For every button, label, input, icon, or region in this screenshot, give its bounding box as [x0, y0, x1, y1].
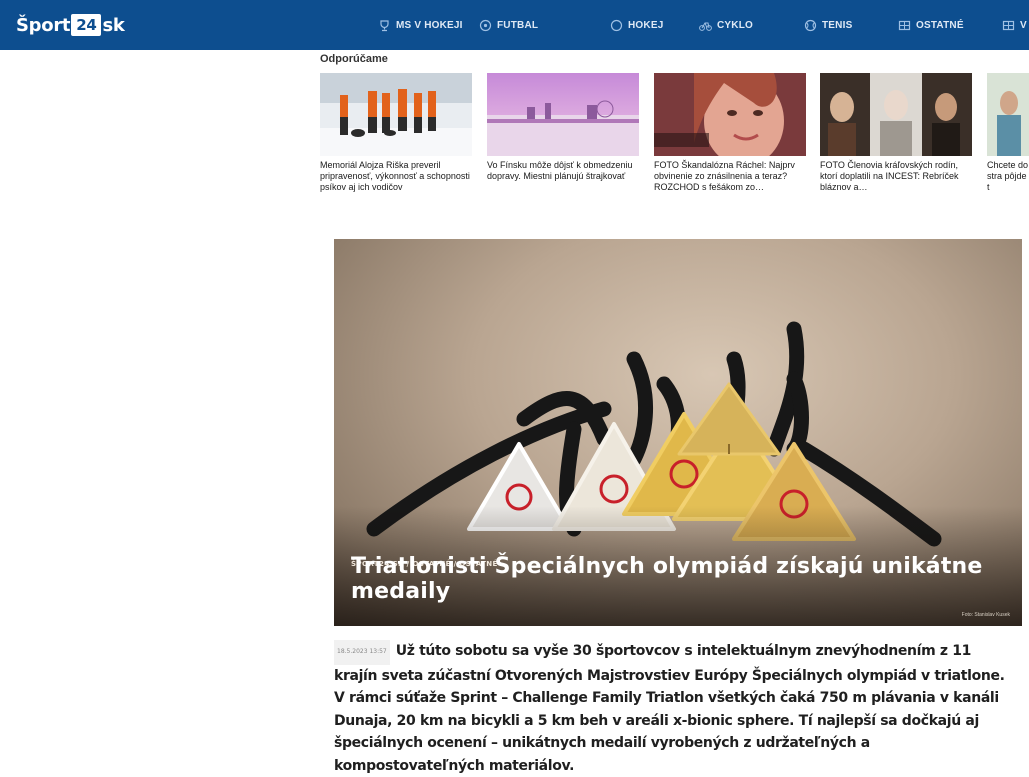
- top-navigation-bar: Šport 24 sk MS V HOKEJI FUTBAL HOKEJ CYK…: [0, 0, 1029, 50]
- recommended-card[interactable]: Chcete do stra pôjde t: [987, 73, 1029, 193]
- recommended-title: Memoriál Alojza Riška preveril pripraven…: [320, 160, 470, 192]
- football-icon: [479, 19, 492, 32]
- recommended-title: Vo Fínsku môže dôjsť k obmedzeniu doprav…: [487, 160, 633, 181]
- grid-icon: [1002, 19, 1015, 32]
- tennis-ball-icon: [804, 19, 817, 32]
- recommended-card[interactable]: Memoriál Alojza Riška preveril pripraven…: [320, 73, 472, 193]
- nav-item-ms-v-hokeji[interactable]: MS V HOKEJI: [378, 17, 463, 33]
- recommended-card[interactable]: FOTO Členovia kráľovských rodín, ktorí d…: [820, 73, 972, 193]
- recommended-title: Chcete do stra pôjde t: [987, 160, 1029, 192]
- recommended-thumbnail: [820, 73, 972, 156]
- nav-item-label: CYKLO: [717, 19, 753, 31]
- recommended-thumbnail: [987, 73, 1029, 156]
- recommended-heading: Odporúčame: [320, 53, 388, 65]
- nav-item-tenis[interactable]: TENIS: [804, 17, 852, 33]
- hero-article[interactable]: ŠPORT24.SK / OSTATNÉ / OSTATNÉ Triatloni…: [334, 239, 1022, 626]
- nav-item-label: V: [1020, 19, 1027, 31]
- nav-item-label: TENIS: [822, 19, 853, 31]
- hockey-trophy-icon: [378, 19, 391, 32]
- nav-item-futbal[interactable]: FUTBAL: [479, 17, 538, 33]
- recommended-thumbnail: [654, 73, 806, 156]
- nav-item-label: HOKEJ: [628, 19, 664, 31]
- nav-item-label: FUTBAL: [497, 19, 539, 31]
- grid-icon: [898, 19, 911, 32]
- nav-item-label: OSTATNÉ: [916, 19, 964, 31]
- recommended-title: FOTO Škandalózna Ráchel: Najprv obvineni…: [654, 160, 795, 192]
- logo-text-box: 24: [71, 14, 102, 36]
- recommended-thumbnail: [320, 73, 472, 156]
- recommended-card[interactable]: Vo Fínsku môže dôjsť k obmedzeniu doprav…: [487, 73, 639, 182]
- photo-credit: Foto: Stanislav Kusek: [961, 612, 1010, 618]
- recommended-title: FOTO Členovia kráľovských rodín, ktorí d…: [820, 160, 959, 192]
- nav-item-truncated[interactable]: V: [1002, 17, 1027, 33]
- logo-text-sport: Šport: [16, 14, 71, 36]
- hockey-puck-icon: [610, 19, 623, 32]
- logo-text-sk: sk: [102, 14, 125, 36]
- site-logo[interactable]: Šport 24 sk: [16, 13, 125, 37]
- recommended-thumbnail: [487, 73, 639, 156]
- article-lead-text: Už túto sobotu sa vyše 30 športovcov s i…: [334, 643, 1005, 774]
- publish-date: 18.5.2023 13:57: [334, 640, 390, 665]
- article-title: Triatlonisti Špeciálnych olympiád získaj…: [351, 554, 983, 604]
- nav-item-hokej[interactable]: HOKEJ: [610, 17, 663, 33]
- bicycle-icon: [699, 19, 712, 32]
- nav-item-ostatne[interactable]: OSTATNÉ: [898, 17, 964, 33]
- nav-item-label: MS V HOKEJI: [396, 19, 463, 31]
- nav-item-cyklo[interactable]: CYKLO: [699, 17, 753, 33]
- article-lead: 18.5.2023 13:57 Už túto sobotu sa vyše 30…: [334, 640, 1018, 777]
- recommended-card[interactable]: FOTO Škandalózna Ráchel: Najprv obvineni…: [654, 73, 806, 193]
